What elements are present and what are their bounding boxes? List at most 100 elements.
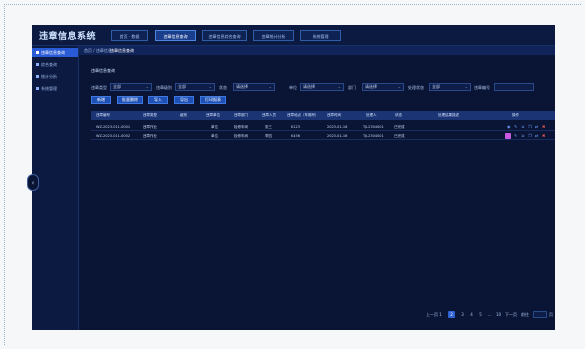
cell-dept: 检修车间 bbox=[234, 125, 248, 129]
chevron-down-icon: ⌄ bbox=[268, 84, 272, 89]
filter-select-type[interactable]: 全部 ⌄ bbox=[110, 83, 152, 91]
page-number[interactable]: 10 bbox=[495, 311, 502, 318]
selected-view-icon[interactable] bbox=[505, 133, 511, 139]
copy-icon[interactable]: ❐ bbox=[528, 125, 532, 129]
cell-unit: 单位 bbox=[211, 125, 218, 129]
cell-type: 违章作业 bbox=[143, 134, 157, 138]
column-header: 违章单位 bbox=[206, 113, 220, 117]
tab-home[interactable]: 首页 · 数据 bbox=[111, 30, 148, 41]
filter-value: 请选择 bbox=[303, 84, 315, 89]
cell-status: 已完成 bbox=[394, 125, 405, 129]
link-icon[interactable]: ⇲ bbox=[521, 125, 525, 129]
tab-statistics[interactable]: 违章统计分析 bbox=[253, 30, 294, 41]
filter-label-unit: 单位 bbox=[289, 85, 297, 90]
app-title: 违章信息系统 bbox=[39, 32, 97, 42]
filter-value: 请选择 bbox=[365, 84, 377, 89]
pagination-page-suffix: 页 bbox=[549, 312, 553, 317]
column-header: 违章类型 bbox=[143, 113, 157, 117]
cell-person: 张三 bbox=[265, 125, 272, 129]
filter-select-status[interactable]: 请选择 ⌄ bbox=[233, 83, 275, 91]
cell-dept: 检修车间 bbox=[234, 134, 248, 138]
filter-select-level[interactable]: 全部 ⌄ bbox=[175, 83, 215, 91]
filter-label-type: 违章类型 bbox=[91, 85, 107, 90]
filter-value: 全部 bbox=[178, 84, 186, 89]
column-header: 违章部门 bbox=[234, 113, 248, 117]
table-row[interactable]: WZ-2023-011-0001 违章作业 单位 检修车间 张三 K123 20… bbox=[91, 123, 555, 131]
sidebar-item-combined-query[interactable]: 综合查询 bbox=[32, 60, 78, 69]
column-header: 违章时间 bbox=[327, 113, 341, 117]
page-number-active[interactable]: 2 bbox=[448, 311, 455, 318]
breadcrumb: 首页 / 违章信息 违章信息查询 bbox=[79, 46, 555, 55]
cell-id: WZ-2023-011-0002 bbox=[96, 134, 131, 138]
cell-type: 违章作业 bbox=[143, 125, 157, 129]
chevron-down-icon: ⌄ bbox=[337, 84, 341, 89]
sidebar-collapse-button[interactable]: ‹ bbox=[27, 174, 39, 191]
cell-date: 2023-01-16 bbox=[327, 134, 348, 138]
sidebar-item-label: 违章信息查询 bbox=[41, 50, 65, 55]
menu-bullet-icon bbox=[36, 63, 39, 66]
filter-value: 全部 bbox=[432, 84, 440, 89]
column-header: 操作 bbox=[512, 113, 519, 117]
cell-handler: TJL2304001 bbox=[363, 134, 384, 138]
cell-handler: TJL2304001 bbox=[363, 125, 384, 129]
export-button[interactable]: 导出 bbox=[174, 96, 194, 104]
delete-icon[interactable]: ✖ bbox=[542, 125, 546, 129]
tab-combined-query[interactable]: 违章信息综合查询 bbox=[202, 30, 247, 41]
batch-delete-button[interactable]: 批量删除 bbox=[117, 96, 143, 104]
cell-id: WZ-2023-011-0001 bbox=[96, 125, 131, 129]
sidebar-item-statistics[interactable]: 统计分析 bbox=[32, 72, 78, 81]
print-report-button[interactable]: 打印报表 bbox=[200, 96, 226, 104]
edit-icon[interactable]: ✎ bbox=[514, 125, 518, 129]
view-icon[interactable]: ◉ bbox=[507, 125, 511, 129]
copy-icon[interactable]: ❐ bbox=[528, 134, 532, 138]
column-header: 状态 bbox=[395, 113, 402, 117]
sidebar-item-system[interactable]: 系统管理 bbox=[32, 84, 78, 93]
add-button[interactable]: 新增 bbox=[91, 96, 111, 104]
column-header: 处理结果描述 bbox=[438, 113, 459, 117]
sidebar-item-violation-query[interactable]: 违章信息查询 bbox=[32, 48, 78, 57]
menu-bullet-icon bbox=[36, 87, 39, 90]
sidebar-item-label: 系统管理 bbox=[41, 86, 57, 91]
filter-label-handle-status: 处理状态 bbox=[408, 85, 424, 90]
sidebar-item-label: 综合查询 bbox=[41, 62, 57, 67]
column-header: 违章人员 bbox=[262, 113, 276, 117]
edit-icon[interactable]: ✎ bbox=[514, 134, 518, 138]
filter-value: 全部 bbox=[113, 84, 121, 89]
page-number[interactable]: 3 bbox=[459, 311, 466, 318]
filter-label-dept: 部门 bbox=[348, 85, 356, 90]
menu-bullet-icon bbox=[36, 51, 39, 54]
pagination-next[interactable]: 下一页 bbox=[505, 312, 517, 318]
search-input[interactable] bbox=[494, 83, 534, 91]
cell-date: 2023-01-16 bbox=[327, 125, 348, 129]
column-header: 级别 bbox=[180, 113, 187, 117]
tab-violation-query[interactable]: 违章信息查询 bbox=[155, 30, 196, 41]
breadcrumb-current: 违章信息查询 bbox=[110, 48, 134, 53]
delete-icon[interactable]: ✖ bbox=[542, 134, 546, 138]
column-header: 处理人 bbox=[366, 113, 377, 117]
chevron-down-icon: ⌄ bbox=[208, 84, 212, 89]
link-icon[interactable]: ⇲ bbox=[521, 134, 525, 138]
page-number[interactable]: 1 bbox=[437, 311, 444, 318]
chevron-down-icon: ⌄ bbox=[397, 84, 401, 89]
transfer-icon[interactable]: ⇄ bbox=[535, 134, 539, 138]
cell-location: K456 bbox=[291, 134, 300, 138]
import-button[interactable]: 导入 bbox=[148, 96, 168, 104]
filter-select-handle-status[interactable]: 全部 ⌄ bbox=[429, 83, 471, 91]
table-row[interactable]: WZ-2023-011-0002 违章作业 单位 检修车间 李四 K456 20… bbox=[91, 132, 555, 140]
cell-location: K123 bbox=[291, 125, 300, 129]
filter-label-status: 状态 bbox=[219, 85, 227, 90]
page-number[interactable]: 5 bbox=[477, 311, 484, 318]
column-header: 违章编号 bbox=[96, 113, 110, 117]
top-header: 违章信息系统 首页 · 数据 违章信息查询 违章信息综合查询 违章统计分析 系统… bbox=[32, 25, 555, 46]
sidebar: 违章信息查询 综合查询 统计分析 系统管理 bbox=[32, 46, 79, 330]
chevron-down-icon: ⌄ bbox=[464, 84, 468, 89]
filter-select-unit[interactable]: 请选择 ⌄ bbox=[300, 83, 344, 91]
breadcrumb-home[interactable]: 首页 / 违章信息 bbox=[84, 46, 112, 55]
filter-value: 请选择 bbox=[236, 84, 248, 89]
page-number[interactable]: 4 bbox=[468, 311, 475, 318]
cell-status: 已完成 bbox=[394, 134, 405, 138]
filter-select-dept[interactable]: 请选择 ⌄ bbox=[362, 83, 404, 91]
transfer-icon[interactable]: ⇄ bbox=[535, 125, 539, 129]
pagination-goto-input[interactable] bbox=[533, 311, 547, 318]
tab-system-settings[interactable]: 系统管理 bbox=[300, 30, 341, 41]
